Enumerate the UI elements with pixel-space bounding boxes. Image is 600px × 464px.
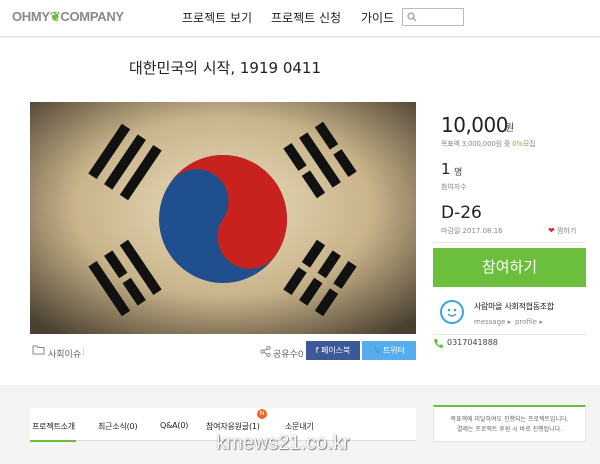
divider bbox=[433, 242, 586, 243]
goal-text: 목표액 3,000,000원 중 0%모집 bbox=[441, 139, 536, 149]
like-button[interactable]: ❤ 찜하기 bbox=[548, 226, 576, 236]
twitter-share-button[interactable]: 🐦트위터 bbox=[362, 341, 416, 360]
organizer-name[interactable]: 사람마을 사회적협동조합 bbox=[474, 301, 554, 312]
logo-text-part2: COMPANY bbox=[60, 9, 124, 24]
organizer-phone: 0317041888 bbox=[447, 338, 498, 347]
project-detail-card: 대한민국의 시작, 1919 0411 사회이슈 | 공유수0 f 페이스북 🐦… bbox=[0, 38, 600, 385]
logo-text-part1: OHMY bbox=[12, 9, 50, 24]
phone-icon bbox=[434, 339, 443, 348]
project-main-image bbox=[30, 102, 416, 334]
tab-recent-news[interactable]: 최근소식(0) bbox=[98, 421, 138, 432]
notice-line-2: 결제는 프로젝트 후원 시 바로 진행됩니다. bbox=[456, 426, 563, 433]
tab-qna[interactable]: Q&A(0) bbox=[160, 421, 188, 430]
goal-percent: 0% bbox=[512, 140, 523, 148]
organizer-avatar[interactable] bbox=[440, 300, 464, 324]
twitter-icon: 🐦 bbox=[372, 346, 383, 355]
funded-amount: 10,000 bbox=[441, 113, 508, 137]
new-badge: N bbox=[257, 409, 267, 419]
share-count-value: 0 bbox=[297, 350, 304, 360]
search-icon bbox=[407, 12, 417, 22]
organizer-message-link[interactable]: message ▸ bbox=[474, 318, 511, 326]
tab-spread-word[interactable]: 소문내기 bbox=[285, 421, 314, 432]
ohmycompany-logo[interactable]: OHMY❦COMPANY bbox=[12, 9, 124, 25]
notice-line-1: 목표액에 미달하여도 진행되는 프로젝트입니다. bbox=[450, 416, 569, 423]
organizer-profile-link[interactable]: profile ▸ bbox=[515, 318, 543, 326]
tab-project-intro[interactable]: 프로젝트소개 bbox=[32, 421, 75, 432]
folder-icon bbox=[32, 345, 45, 355]
facebook-share-button[interactable]: f 페이스북 bbox=[306, 341, 360, 360]
heart-icon: ❤ bbox=[548, 226, 555, 235]
category-divider: | bbox=[82, 347, 86, 357]
smile-face-icon bbox=[447, 308, 457, 317]
share-count: 공유수0 bbox=[273, 347, 304, 360]
join-button[interactable]: 참여하기 bbox=[433, 248, 586, 287]
supporter-label: 참여자수 bbox=[441, 183, 467, 191]
watermark-text: kmews21.co.kr bbox=[216, 432, 350, 454]
deadline-date: 마감일 2017.08.16 bbox=[441, 227, 503, 235]
top-navigation-bar: OHMY❦COMPANY 프로젝트 보기 프로젝트 신청 가이드 bbox=[0, 0, 600, 37]
search-input[interactable] bbox=[402, 8, 464, 26]
facebook-share-label: 페이스북 bbox=[320, 346, 351, 355]
funding-notice-box: 목표액에 미달하여도 진행되는 프로젝트입니다. 결제는 프로젝트 후원 시 바… bbox=[433, 405, 586, 442]
days-remaining: D-26 bbox=[441, 203, 482, 223]
supporter-count: 1 bbox=[441, 160, 451, 178]
nav-project-browse[interactable]: 프로젝트 보기 bbox=[182, 9, 252, 26]
logo-leaf-icon: ❦ bbox=[49, 9, 61, 24]
funded-amount-unit: 원 bbox=[505, 123, 515, 134]
goal-suffix: 모집 bbox=[522, 140, 536, 148]
tab-supporter-comments[interactable]: 참여자응원글(1) bbox=[206, 421, 260, 432]
category-label[interactable]: 사회이슈 bbox=[48, 347, 81, 360]
nav-guide[interactable]: 가이드 bbox=[361, 9, 394, 26]
active-tab-indicator bbox=[30, 440, 76, 442]
nav-project-apply[interactable]: 프로젝트 신청 bbox=[271, 9, 341, 26]
share-icon[interactable] bbox=[260, 346, 271, 357]
goal-prefix: 목표액 3,000,000원 중 bbox=[441, 140, 513, 148]
like-label: 찜하기 bbox=[556, 227, 577, 235]
supporter-count-unit: 명 bbox=[454, 168, 463, 178]
divider bbox=[433, 334, 586, 335]
share-label: 공유수 bbox=[273, 350, 298, 360]
twitter-share-label: 트위터 bbox=[382, 346, 406, 355]
page-title: 대한민국의 시작, 1919 0411 bbox=[128, 59, 322, 77]
